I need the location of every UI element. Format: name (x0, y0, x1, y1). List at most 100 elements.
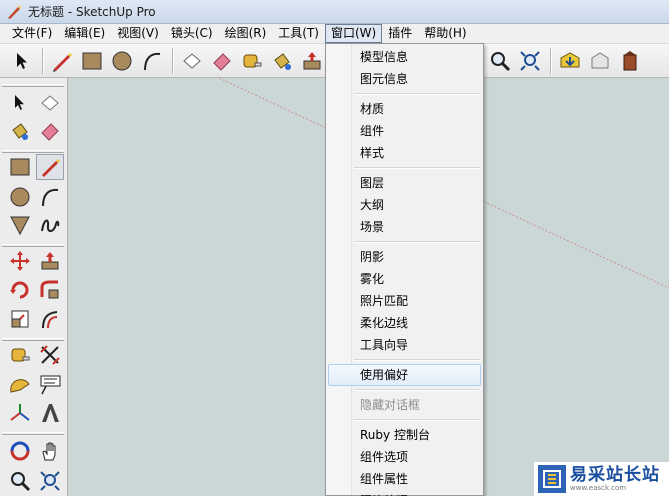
menu-item-photo-textures[interactable]: 照片纹理 (328, 490, 481, 496)
menu-item-instructor[interactable]: 工具向导 (328, 334, 481, 356)
menu-item-components[interactable]: 组件 (328, 120, 481, 142)
tape-measure-icon (243, 54, 262, 67)
select-button[interactable] (8, 47, 36, 75)
menu-edit[interactable]: 编辑(E) (58, 24, 111, 43)
menu-item-match-photo[interactable]: 照片匹配 (328, 290, 481, 312)
menu-camera[interactable]: 镜头(C) (165, 24, 219, 43)
menu-item-scenes[interactable]: 场景 (328, 216, 481, 238)
follow-me-tool-button[interactable] (36, 277, 64, 303)
menu-bar: 文件(F) 编辑(E) 视图(V) 镜头(C) 绘图(R) 工具(T) 窗口(W… (0, 24, 669, 44)
push-pull-button[interactable] (298, 47, 326, 75)
menu-separator (354, 93, 480, 95)
axes-tool-button[interactable] (6, 400, 34, 426)
menu-item-component-attributes[interactable]: 组件属性 (328, 468, 481, 490)
paint-bucket-tool-button[interactable] (6, 118, 34, 144)
menu-item-materials[interactable]: 材质 (328, 98, 481, 120)
building-maker-button[interactable] (616, 47, 644, 75)
rectangle-tool-button[interactable] (6, 154, 34, 180)
title-bar: 无标题 - SketchUp Pro (0, 0, 669, 24)
menu-item-soften-edges[interactable]: 柔化边线 (328, 312, 481, 334)
make-component-button[interactable] (178, 47, 206, 75)
tape-measure-tool-button[interactable] (6, 342, 34, 368)
make-component-tool-button[interactable] (36, 90, 64, 116)
menu-view[interactable]: 视图(V) (111, 24, 165, 43)
eraser-tool-button[interactable] (36, 118, 64, 144)
3d-text-tool-button[interactable] (36, 400, 64, 426)
dimension-tool-button[interactable] (36, 342, 64, 368)
menu-tools[interactable]: 工具(T) (272, 24, 325, 43)
arc-button[interactable] (138, 47, 166, 75)
menu-item-styles[interactable]: 样式 (328, 142, 481, 164)
warehouse-icon (560, 51, 580, 67)
offset-tool-button[interactable] (36, 306, 64, 332)
menu-item-preferences[interactable]: 使用偏好 (328, 364, 481, 386)
hand-icon (42, 442, 56, 461)
polygon-tool-button[interactable] (6, 212, 34, 238)
toolbar-separator (172, 47, 174, 74)
push-pull-tool-button[interactable] (36, 248, 64, 274)
rectangle-button[interactable] (78, 47, 106, 75)
menu-item-layers[interactable]: 图层 (328, 172, 481, 194)
rotate-tool-button[interactable] (6, 277, 34, 303)
menu-window[interactable]: 窗口(W) (324, 24, 383, 43)
push-pull-icon (303, 51, 321, 69)
circle-button[interactable] (108, 47, 136, 75)
select-icon (17, 52, 27, 69)
menu-item-hide-dialogs[interactable]: 隐藏对话框 (328, 394, 481, 416)
toolbar-grip (2, 432, 64, 435)
eraser-icon (41, 123, 59, 141)
freehand-tool-button[interactable] (36, 212, 64, 238)
menu-item-model-info[interactable]: 模型信息 (328, 46, 481, 68)
menu-plugins[interactable]: 插件 (382, 24, 418, 43)
menu-separator (354, 389, 480, 391)
toolbar-grip (2, 150, 64, 153)
zoom-tool-button[interactable] (6, 468, 34, 494)
watermark: 易采站长站 www.easck.com (534, 462, 669, 496)
scale-tool-button[interactable] (6, 306, 34, 332)
text-tool-button[interactable] (36, 372, 64, 398)
menu-file[interactable]: 文件(F) (6, 24, 58, 43)
share-model-button[interactable] (586, 47, 614, 75)
paint-bucket-icon (12, 123, 28, 140)
pencil-button[interactable] (48, 47, 76, 75)
pan-tool-button[interactable] (36, 438, 64, 464)
arc-icon (144, 52, 161, 70)
menu-item-fog[interactable]: 雾化 (328, 268, 481, 290)
zoom-button[interactable] (486, 47, 514, 75)
sketchup-app-icon (8, 4, 21, 19)
zoom-extents-tool-button[interactable] (36, 468, 64, 494)
protractor-tool-button[interactable] (6, 372, 34, 398)
orbit-tool-button[interactable] (6, 438, 34, 464)
arc-tool-button[interactable] (36, 184, 64, 210)
select-tool-button[interactable] (6, 90, 34, 116)
watermark-url: www.easck.com (570, 484, 627, 492)
paint-bucket-button[interactable] (268, 47, 296, 75)
menu-item-ruby-console[interactable]: Ruby 控制台 (328, 424, 481, 446)
push-pull-icon (41, 252, 59, 270)
search-icon (11, 472, 31, 492)
get-models-button[interactable] (556, 47, 584, 75)
toolbar-grip (2, 244, 64, 247)
menu-item-component-options[interactable]: 组件选项 (328, 446, 481, 468)
component-outline-icon (183, 52, 201, 69)
menu-item-entity-info[interactable]: 图元信息 (328, 68, 481, 90)
scale-icon (11, 310, 29, 328)
freehand-icon (41, 219, 60, 232)
menu-item-outliner[interactable]: 大纲 (328, 194, 481, 216)
pencil-tool-button[interactable] (36, 154, 64, 180)
menu-help[interactable]: 帮助(H) (418, 24, 472, 43)
move-tool-button[interactable] (6, 248, 34, 274)
menu-item-shadows[interactable]: 阴影 (328, 246, 481, 268)
pencil-icon (53, 52, 72, 72)
menu-draw[interactable]: 绘图(R) (219, 24, 273, 43)
zoom-extents-button[interactable] (516, 47, 544, 75)
circle-tool-button[interactable] (6, 184, 34, 210)
eraser-button[interactable] (208, 47, 236, 75)
arc-icon (42, 188, 59, 207)
rotate-icon (10, 281, 29, 299)
menu-separator (354, 241, 480, 243)
move-icon (10, 251, 30, 271)
tape-measure-button[interactable] (238, 47, 266, 75)
toolbar-separator (42, 47, 44, 74)
protractor-icon (10, 379, 30, 393)
